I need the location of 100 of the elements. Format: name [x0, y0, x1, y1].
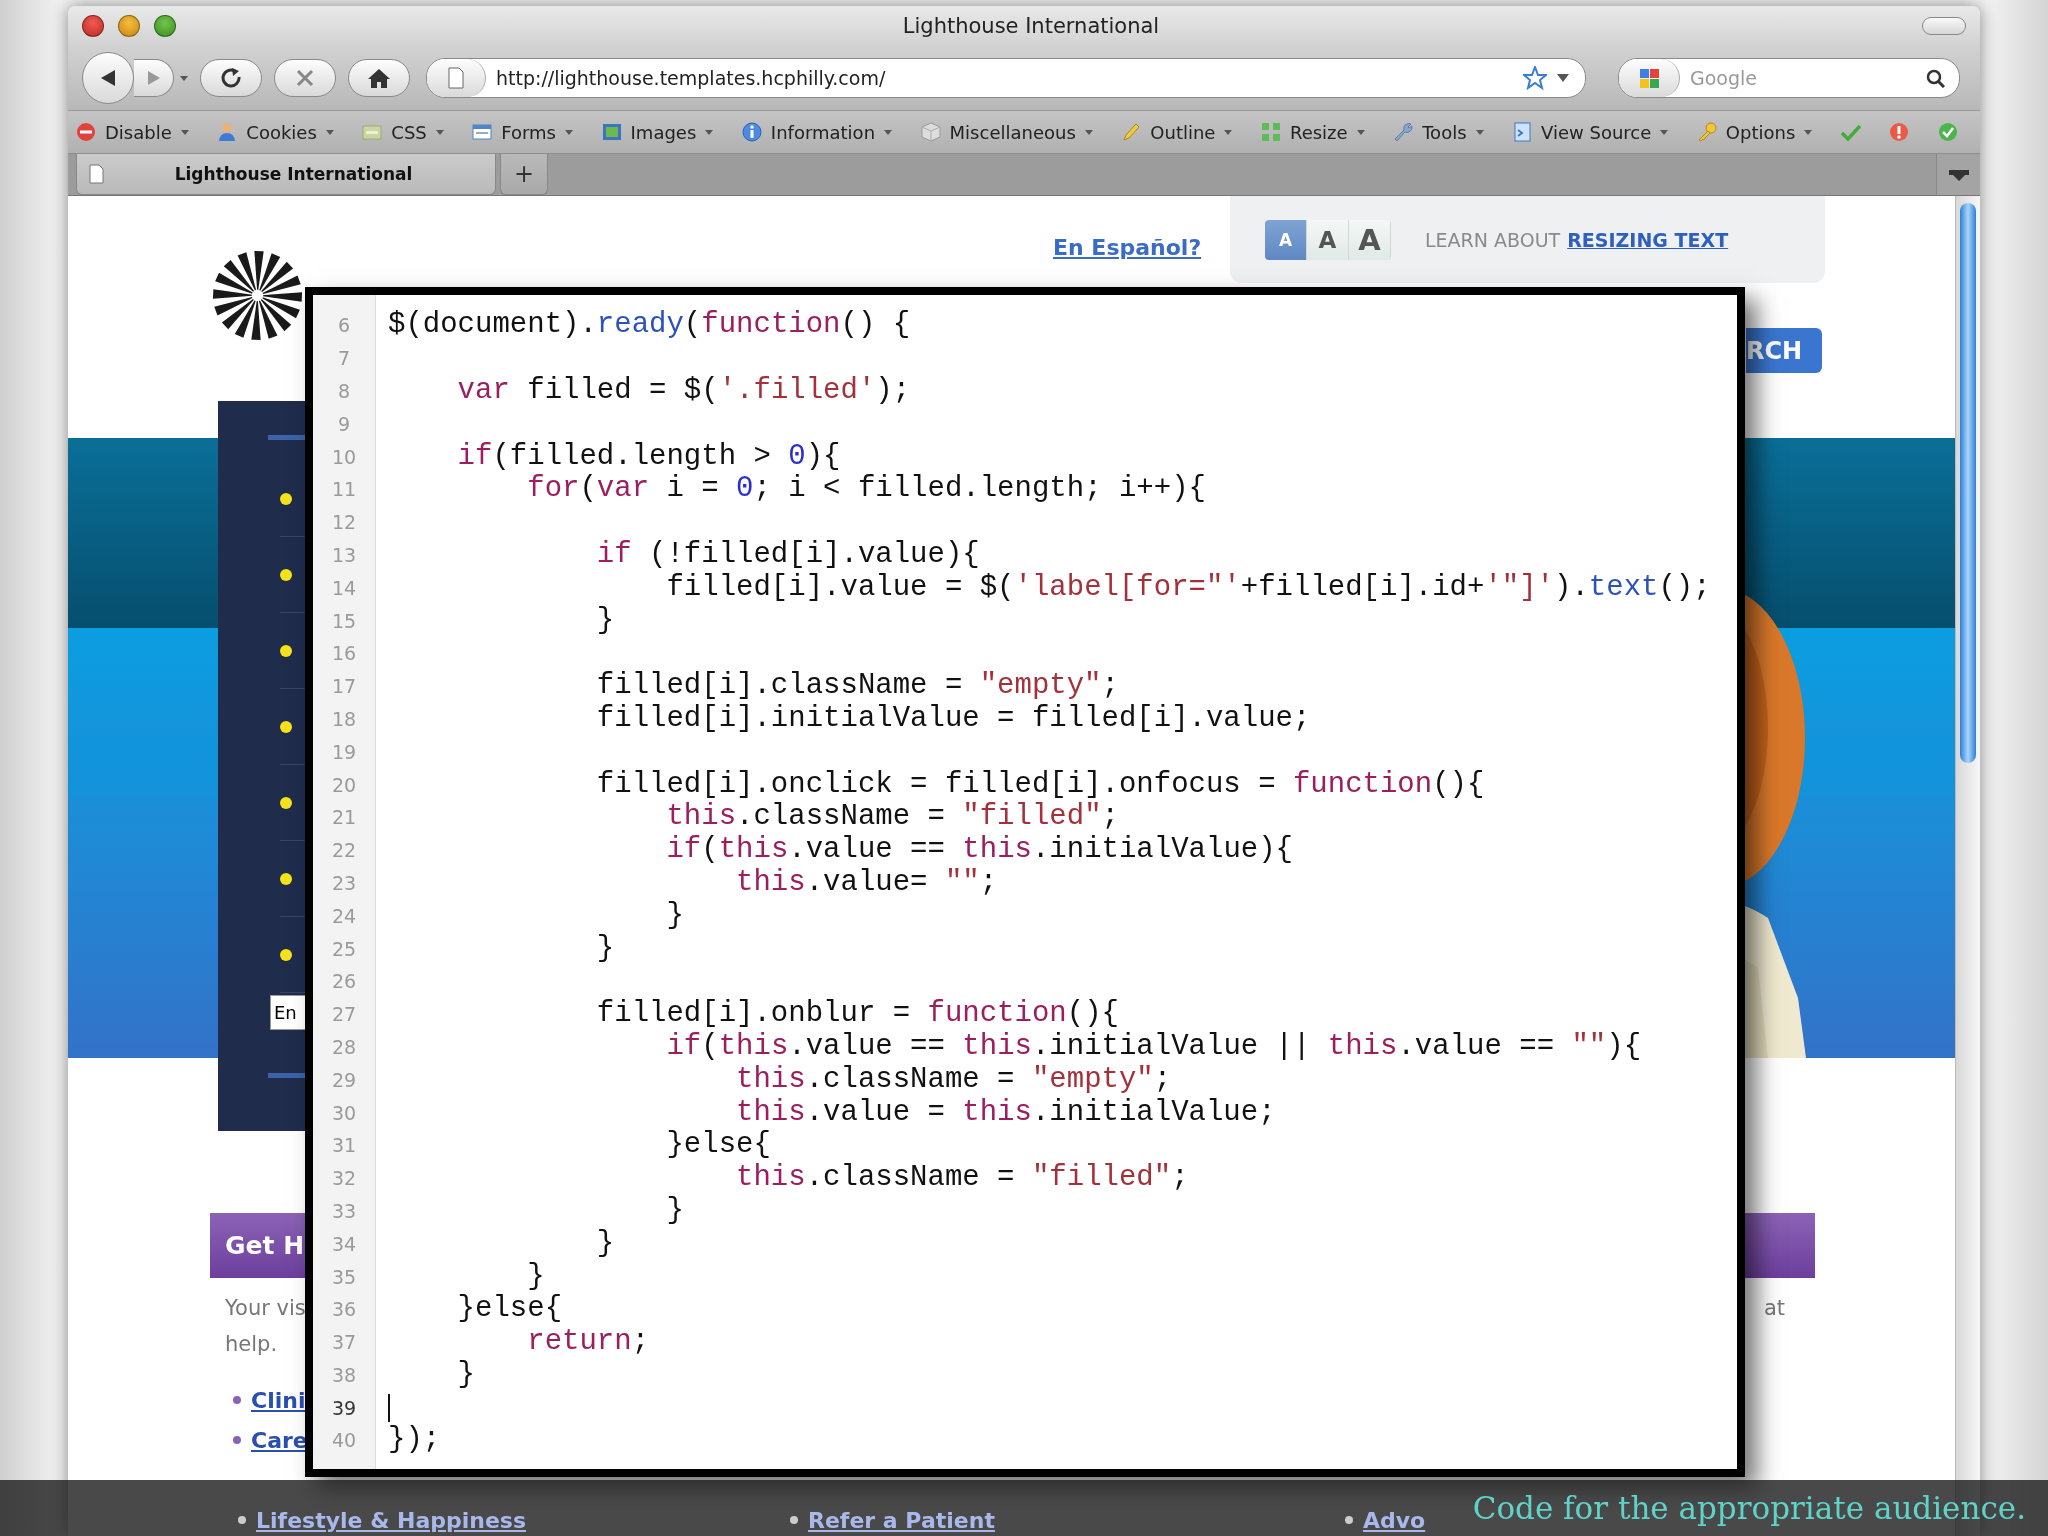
line-number: 22 [330, 839, 358, 862]
caret-icon[interactable] [884, 129, 893, 135]
sunburst-logo-icon[interactable] [210, 248, 305, 343]
stop-button[interactable] [274, 59, 336, 97]
code-line: filled[i].value = $('label[for="'+filled[i].id+'"]').text(); [665, 571, 1711, 604]
alert-icon[interactable] [1889, 122, 1910, 142]
caret-icon[interactable] [180, 129, 189, 135]
code-line: $(document).ready(function() { [388, 309, 911, 342]
toolbar-menu-button[interactable]: Images [601, 121, 714, 143]
forward-arrow-icon [147, 71, 160, 85]
caret-icon[interactable] [180, 75, 188, 81]
bullet-icon [280, 948, 292, 961]
browser-tab[interactable]: Lighthouse International [76, 154, 496, 195]
toolbar-menu-button[interactable]: Outline [1121, 121, 1233, 143]
caret-icon[interactable] [1804, 129, 1813, 135]
text-field[interactable]: En [270, 995, 306, 1030]
toolbar-menu-button[interactable]: Tools [1393, 121, 1484, 143]
toolbar-menu-button[interactable]: Forms [472, 121, 573, 143]
code-line: } [595, 604, 615, 637]
code-line: filled[i].initialValue = filled[i].value; [595, 702, 1311, 735]
url-input-field[interactable]: http://lighthouse.templates.hcphilly.com/ [486, 67, 1523, 89]
caret-icon[interactable] [705, 129, 714, 135]
code-line: for(var i = 0; i < filled.length; i++){ [526, 473, 1206, 506]
zoom-button[interactable] [154, 15, 176, 37]
multicolor-squares-icon[interactable] [1638, 67, 1660, 89]
text-size-button[interactable]: A [1349, 219, 1391, 260]
bullet-icon [280, 872, 292, 885]
line-number: 38 [330, 1363, 358, 1386]
line-number: 39 [330, 1396, 358, 1419]
line-number: 18 [330, 707, 358, 730]
line-number: 8 [336, 380, 352, 402]
check-icon[interactable] [1840, 122, 1861, 142]
close-button[interactable] [82, 15, 104, 37]
line-number: 14 [330, 576, 358, 599]
search-icon[interactable] [1926, 68, 1945, 88]
line-number: 21 [330, 806, 358, 829]
toolbar-menu-button[interactable]: Miscellaneous [920, 121, 1093, 143]
scrollbar-thumb[interactable] [1960, 203, 1976, 763]
info-icon [741, 122, 762, 142]
toolbar-menu-button[interactable]: Information [741, 121, 893, 143]
line-number: 23 [330, 871, 358, 894]
caret-icon[interactable] [1475, 129, 1484, 135]
language-link[interactable]: En Español? [1053, 235, 1202, 260]
line-number: 6 [336, 314, 352, 337]
caret-icon[interactable] [565, 129, 573, 135]
wrench-icon [1393, 122, 1414, 142]
caret-icon[interactable] [1224, 129, 1233, 135]
line-number: 28 [330, 1035, 358, 1058]
search-bar[interactable]: Google [1618, 58, 1960, 98]
tab-list-icon [1947, 167, 1970, 182]
address-bar[interactable]: http://lighthouse.templates.hcphilly.com/ [426, 58, 1586, 98]
toolbar-menu-button[interactable]: CSS [362, 121, 444, 143]
page-icon [448, 67, 464, 89]
code-line: return; [526, 1326, 650, 1359]
resizing-text-link[interactable]: RESIZING TEXT [1567, 228, 1729, 251]
check-circle-icon[interactable] [1937, 122, 1958, 142]
toolbar-menu-button[interactable]: Disable [76, 121, 189, 143]
caret-icon[interactable] [325, 129, 334, 135]
body-text: Your vis [225, 1295, 307, 1322]
caret-icon[interactable] [435, 129, 444, 135]
home-button[interactable] [348, 59, 410, 97]
star-icon[interactable] [1523, 66, 1547, 90]
toolbar-menu-button[interactable]: View Source [1512, 121, 1669, 143]
link[interactable]: Advo [1363, 1507, 1426, 1533]
body-text: at [1763, 1295, 1785, 1322]
line-number: 15 [330, 609, 358, 632]
caret-icon[interactable] [1356, 129, 1365, 135]
line-number: 34 [330, 1232, 358, 1255]
search-input-field[interactable]: Google [1680, 67, 1926, 89]
reload-button[interactable] [200, 59, 262, 97]
new-tab-button[interactable]: + [500, 154, 548, 195]
caret-icon[interactable] [1557, 74, 1569, 82]
link[interactable]: Care [251, 1427, 308, 1453]
image-icon [601, 122, 622, 142]
toolbar-menu-button[interactable]: Resize [1260, 121, 1365, 143]
line-number: 40 [330, 1429, 358, 1452]
bullet-icon [790, 1516, 798, 1524]
minimize-button[interactable] [118, 15, 140, 37]
code-line: this.className = "filled"; [665, 801, 1119, 834]
squares-icon [1260, 122, 1281, 142]
code-line: this.className = "filled"; [735, 1162, 1189, 1195]
link[interactable]: Clini [251, 1387, 306, 1413]
link[interactable]: Refer a Patient [808, 1507, 995, 1533]
text-size-button[interactable]: A [1307, 219, 1349, 260]
back-button[interactable] [82, 52, 134, 104]
line-number: 10 [330, 445, 358, 468]
code-line: if(filled.length > 0){ [456, 440, 841, 473]
tab-list-button[interactable] [1936, 154, 1980, 195]
line-number: 7 [336, 347, 352, 370]
code-line: var filled = $('.filled'); [456, 375, 911, 407]
code-line: if (!filled[i].value){ [595, 538, 980, 571]
caret-icon[interactable] [1084, 129, 1093, 135]
toolbar-toggle-button[interactable] [1922, 17, 1966, 35]
caret-icon[interactable] [1660, 129, 1669, 135]
link[interactable]: Lifestyle & Happiness [256, 1507, 527, 1533]
line-number: 27 [330, 1003, 358, 1026]
search-button[interactable]: RCH [1746, 328, 1822, 373]
toolbar-menu-button[interactable]: Cookies [217, 121, 334, 143]
line-number: 20 [330, 773, 358, 796]
toolbar-menu-button[interactable]: Options [1696, 121, 1813, 143]
